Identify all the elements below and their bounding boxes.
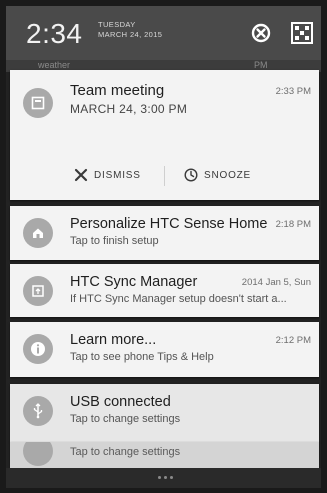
notification-time: 2:33 PM — [275, 86, 311, 97]
info-icon — [23, 334, 53, 364]
notification-subtitle: Tap to change settings — [70, 446, 181, 458]
home-icon — [23, 218, 53, 248]
notification-shade: 2:34 TUESDAY MARCH 24, 2015 weather PM T… — [0, 0, 327, 493]
notification-title: HTC Sync Manager — [70, 274, 198, 290]
usb-icon — [23, 442, 53, 466]
notification-title: Personalize HTC Sense Home — [70, 216, 268, 232]
notification-usb-connected[interactable]: USB connected Tap to change settings — [10, 384, 319, 442]
snooze-label: SNOOZE — [204, 169, 252, 181]
day-label: TUESDAY — [98, 20, 136, 29]
quick-settings-icon[interactable] — [291, 22, 313, 44]
notification-subtitle: If HTC Sync Manager setup doesn't start … — [70, 293, 287, 305]
notification-subtitle: Tap to change settings — [70, 413, 181, 425]
drag-handle-icon[interactable] — [158, 476, 173, 479]
dismiss-button[interactable]: DISMISS — [74, 168, 141, 182]
behind-label-left: weather — [38, 60, 71, 70]
date-label: MARCH 24, 2015 — [98, 30, 163, 39]
status-header: 2:34 TUESDAY MARCH 24, 2015 — [6, 6, 321, 60]
notification-title: Learn more... — [70, 332, 157, 348]
date-block: TUESDAY MARCH 24, 2015 — [98, 20, 162, 40]
notification-team-meeting[interactable]: Team meeting MARCH 24, 3:00 PM 2:33 PM D… — [10, 70, 319, 200]
notification-personalize-htc[interactable]: Personalize HTC Sense Home Tap to finish… — [10, 206, 319, 260]
calendar-icon — [23, 88, 53, 118]
notification-stacked-usb[interactable]: Tap to change settings — [10, 442, 319, 468]
action-divider — [164, 166, 165, 186]
sync-icon — [23, 276, 53, 306]
dismiss-label: DISMISS — [94, 169, 141, 181]
notification-subtitle: Tap to finish setup — [70, 235, 159, 247]
notification-htc-sync-manager[interactable]: HTC Sync Manager If HTC Sync Manager set… — [10, 264, 319, 317]
shade-bottom-bar — [6, 468, 321, 488]
notification-time: 2:12 PM — [275, 335, 311, 346]
clock-time: 2:34 — [26, 18, 83, 49]
behind-label-right: PM — [254, 60, 268, 70]
notification-subtitle: Tap to see phone Tips & Help — [70, 351, 214, 363]
usb-icon — [23, 396, 53, 426]
notification-title: Team meeting — [70, 82, 165, 99]
notification-time: 2014 Jan 5, Sun — [241, 277, 311, 288]
notification-title: USB connected — [70, 394, 171, 410]
x-icon — [74, 168, 88, 182]
snooze-button[interactable]: SNOOZE — [184, 168, 251, 182]
notification-subtitle: MARCH 24, 3:00 PM — [70, 102, 188, 116]
clear-all-icon[interactable] — [250, 22, 272, 44]
clock-icon — [184, 168, 198, 182]
notification-time: 2:18 PM — [275, 219, 311, 230]
notification-learn-more[interactable]: Learn more... Tap to see phone Tips & He… — [10, 322, 319, 377]
